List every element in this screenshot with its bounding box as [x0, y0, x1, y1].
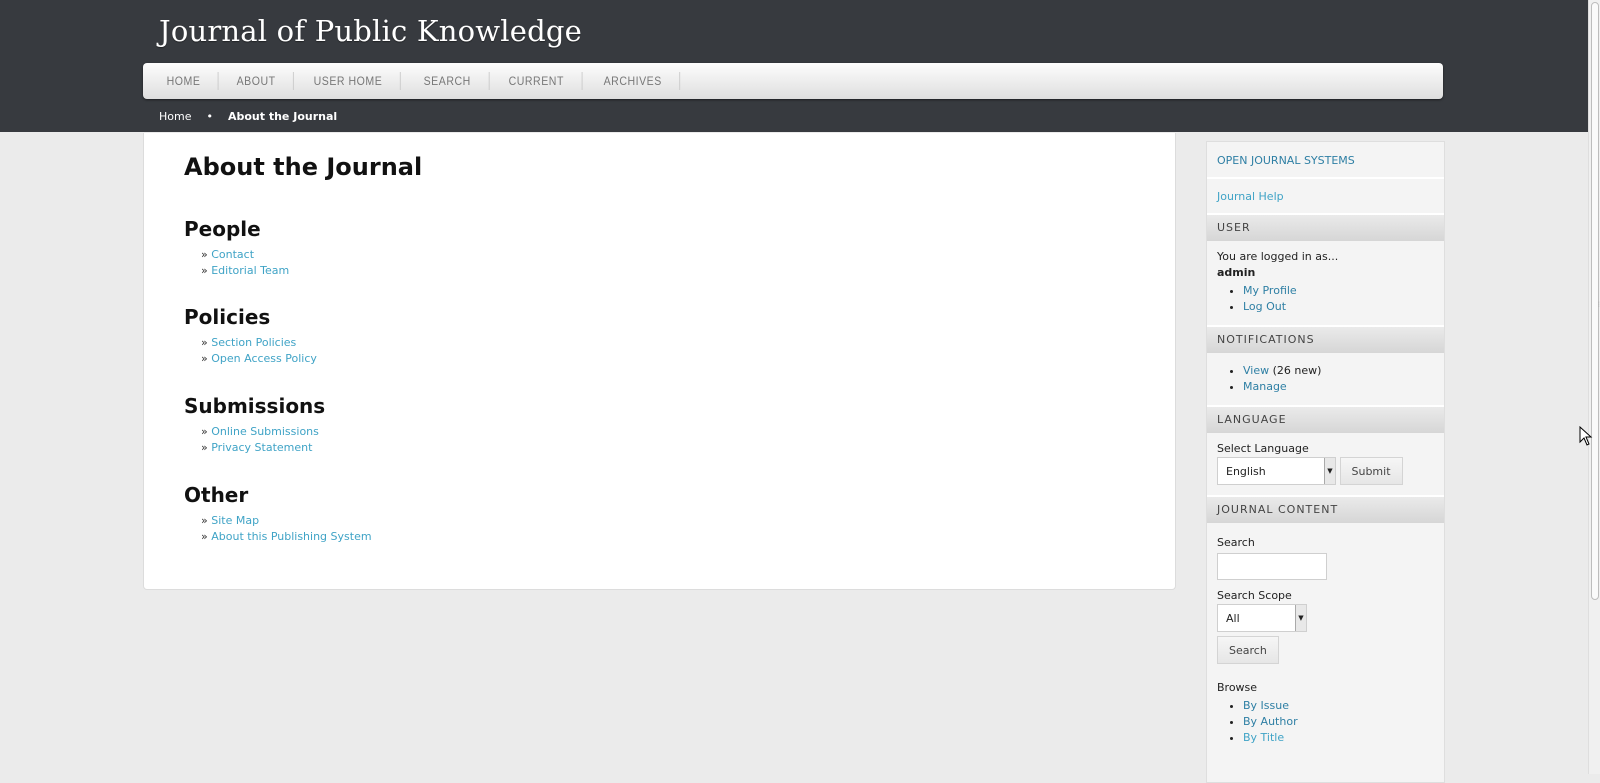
list-item: » Contact: [201, 248, 255, 261]
section-title: Submissions: [184, 394, 326, 418]
browse-by-title-link[interactable]: By Title: [1243, 731, 1284, 744]
about-publishing-system-link[interactable]: About this Publishing System: [211, 530, 371, 543]
search-scope-select[interactable]: All ▼: [1217, 604, 1307, 632]
journal-content-block: JOURNAL CONTENT Search Search Scope All …: [1207, 497, 1444, 756]
list-item: By Title: [1243, 730, 1434, 746]
vertical-scrollbar[interactable]: ⋮: [1588, 0, 1600, 774]
browse-label: Browse: [1217, 681, 1258, 694]
browse-by-author-link[interactable]: By Author: [1243, 715, 1298, 728]
page-title: About the Journal: [184, 153, 423, 181]
editorial-team-link[interactable]: Editorial Team: [211, 264, 289, 277]
main-navbar: HOME ABOUT USER HOME SEARCH CURRENT ARCH…: [143, 63, 1443, 99]
search-button[interactable]: Search: [1217, 636, 1279, 664]
list-item: » Editorial Team: [201, 264, 290, 277]
section-other: Other » Site Map » About this Publishing…: [184, 483, 372, 545]
search-scope-label: Search Scope: [1217, 589, 1292, 602]
breadcrumb-home[interactable]: Home: [159, 109, 191, 125]
list-item: Manage: [1243, 379, 1434, 395]
nav-home[interactable]: HOME: [149, 72, 219, 90]
section-title: Other: [184, 483, 249, 507]
language-select[interactable]: English ▼: [1217, 457, 1336, 485]
breadcrumb-separator: •: [206, 110, 213, 123]
main-content: About the Journal People » Contact » Edi…: [143, 133, 1176, 590]
search-input[interactable]: [1217, 553, 1327, 580]
list-item: » Section Policies: [201, 336, 297, 349]
view-notifications-link[interactable]: View: [1243, 364, 1269, 377]
log-out-link[interactable]: Log Out: [1243, 300, 1286, 313]
user-block: USER You are logged in as... admin My Pr…: [1207, 215, 1444, 327]
notifications-block: NOTIFICATIONS View (26 new) Manage: [1207, 327, 1444, 407]
site-header: Journal of Public Knowledge HOME ABOUT U…: [0, 0, 1600, 132]
nav-user-home[interactable]: USER HOME: [296, 72, 401, 90]
search-label: Search: [1217, 536, 1255, 549]
list-item: » Online Submissions: [201, 425, 319, 438]
sidebar: OPEN JOURNAL SYSTEMS Journal Help USER Y…: [1206, 141, 1445, 783]
site-title[interactable]: Journal of Public Knowledge: [159, 14, 582, 48]
open-access-policy-link[interactable]: Open Access Policy: [211, 352, 317, 365]
select-language-label: Select Language: [1217, 442, 1309, 455]
list-item: » Open Access Policy: [201, 352, 317, 365]
nav-list: HOME ABOUT USER HOME SEARCH CURRENT ARCH…: [143, 63, 1443, 99]
ojs-block: OPEN JOURNAL SYSTEMS: [1207, 142, 1444, 179]
section-policies: Policies » Section Policies » Open Acces…: [184, 305, 317, 367]
breadcrumb-current: About the Journal: [227, 110, 338, 123]
manage-notifications-link[interactable]: Manage: [1243, 380, 1287, 393]
section-title: People: [184, 217, 261, 241]
notification-count: (26 new): [1272, 364, 1322, 377]
site-map-link[interactable]: Site Map: [211, 514, 259, 527]
chevron-down-icon: ▼: [1324, 458, 1335, 484]
language-block-title: LANGUAGE: [1207, 407, 1444, 433]
contact-link[interactable]: Contact: [211, 248, 254, 261]
my-profile-link[interactable]: My Profile: [1243, 284, 1297, 297]
nav-search[interactable]: SEARCH: [406, 72, 490, 90]
list-item: View (26 new): [1243, 363, 1434, 379]
username: admin: [1217, 266, 1256, 279]
journal-content-block-title: JOURNAL CONTENT: [1207, 497, 1444, 523]
section-policies-link[interactable]: Section Policies: [211, 336, 296, 349]
user-block-title: USER: [1207, 215, 1444, 241]
mouse-pointer-icon: [1579, 426, 1593, 446]
browse-by-issue-link[interactable]: By Issue: [1243, 699, 1289, 712]
list-item: By Author: [1243, 714, 1434, 730]
help-block: Journal Help: [1207, 179, 1444, 215]
nav-current[interactable]: CURRENT: [491, 72, 583, 90]
list-item: Log Out: [1243, 299, 1434, 315]
scrollbar-thumb[interactable]: ⋮: [1591, 2, 1600, 600]
notifications-block-title: NOTIFICATIONS: [1207, 327, 1444, 353]
grip-icon: ⋮: [1596, 301, 1600, 308]
list-item: By Issue: [1243, 698, 1434, 714]
online-submissions-link[interactable]: Online Submissions: [211, 425, 319, 438]
breadcrumb: Home • About the Journal: [159, 109, 337, 125]
list-item: My Profile: [1243, 283, 1434, 299]
ojs-link[interactable]: OPEN JOURNAL SYSTEMS: [1217, 154, 1355, 167]
logged-in-text: You are logged in as...: [1217, 250, 1339, 263]
chevron-down-icon: ▼: [1295, 605, 1306, 631]
language-block: LANGUAGE Select Language English ▼ Submi…: [1207, 407, 1444, 497]
nav-about[interactable]: ABOUT: [219, 72, 295, 90]
section-title: Policies: [184, 305, 271, 329]
section-people: People » Contact » Editorial Team: [184, 217, 289, 279]
nav-archives[interactable]: ARCHIVES: [586, 72, 681, 90]
privacy-statement-link[interactable]: Privacy Statement: [211, 441, 312, 454]
list-item: » About this Publishing System: [201, 530, 372, 543]
list-item: » Site Map: [201, 514, 260, 527]
section-submissions: Submissions » Online Submissions » Priva…: [184, 394, 325, 456]
list-item: » Privacy Statement: [201, 441, 313, 454]
language-submit-button[interactable]: Submit: [1339, 457, 1403, 485]
journal-help-link[interactable]: Journal Help: [1217, 190, 1284, 203]
